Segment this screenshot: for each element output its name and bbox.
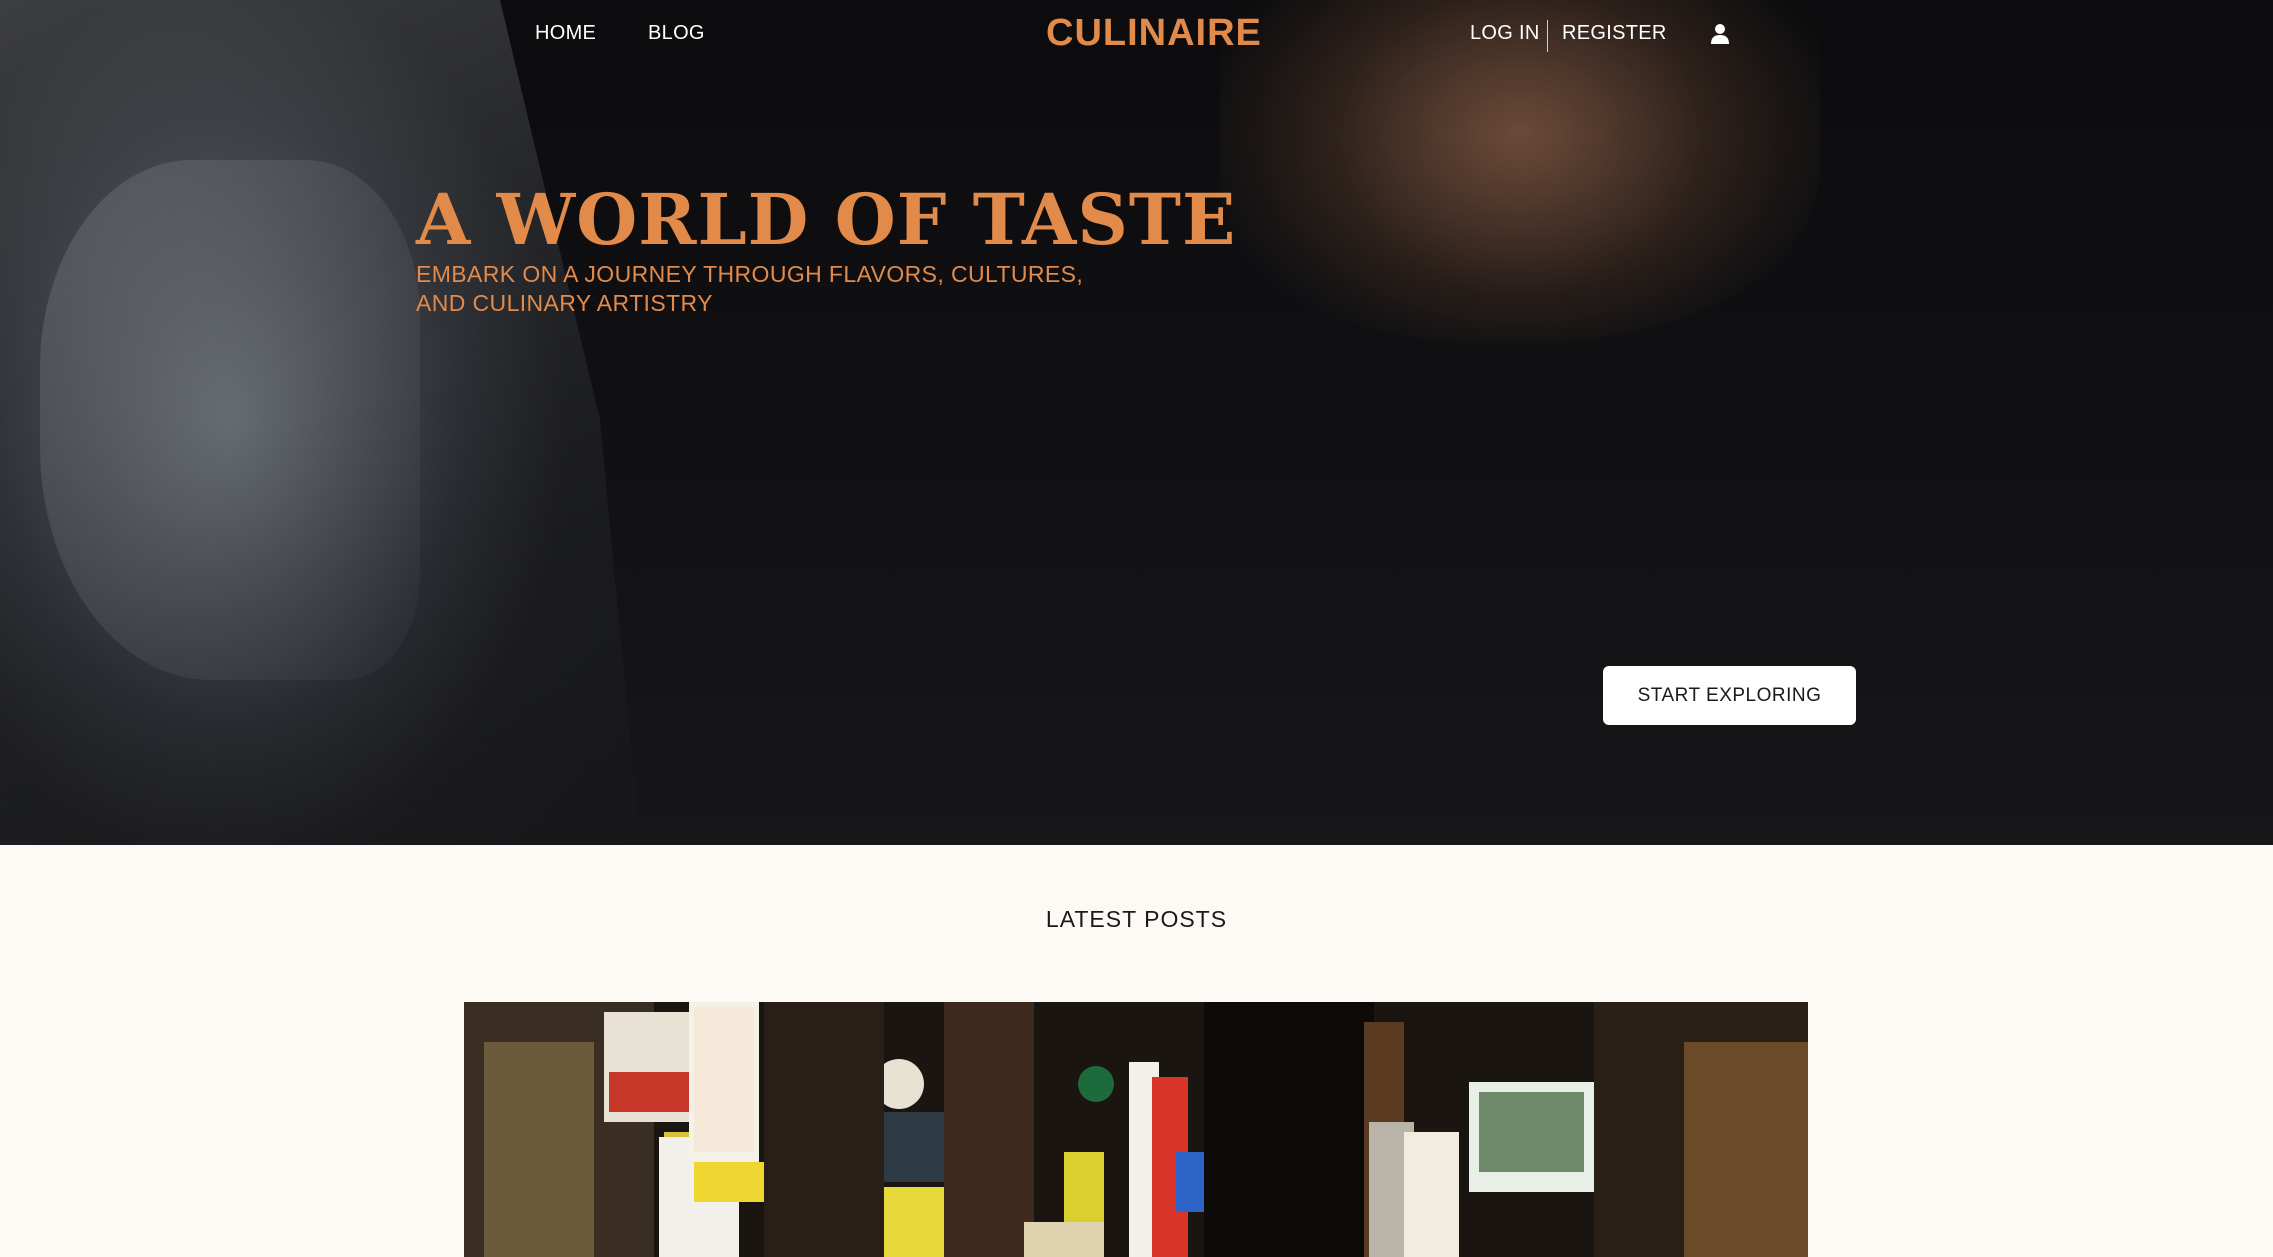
post-image xyxy=(464,1002,1808,1257)
start-exploring-button[interactable]: START EXPLORING xyxy=(1603,666,1856,725)
latest-posts-heading: LATEST POSTS xyxy=(1045,906,1228,932)
hero-title: A WORLD OF TASTE xyxy=(416,178,1237,261)
login-link[interactable]: LOG IN xyxy=(1470,22,1540,45)
nav-divider xyxy=(1547,20,1548,52)
register-link[interactable]: REGISTER xyxy=(1562,22,1667,45)
post-card[interactable] xyxy=(464,1002,1808,1257)
hero-subtitle: EMBARK ON A JOURNEY THROUGH FLAVORS, CUL… xyxy=(416,261,1084,316)
hero-background-apron xyxy=(40,160,420,680)
nav-link-blog[interactable]: BLOG xyxy=(648,22,705,45)
user-icon[interactable] xyxy=(1710,23,1730,45)
nav-link-home[interactable]: HOME xyxy=(535,22,596,45)
top-navigation: HOME BLOG CULINAIRE LOG IN REGISTER xyxy=(0,0,2273,72)
brand-logo[interactable]: CULINAIRE xyxy=(1046,12,1262,55)
hero-section: HOME BLOG CULINAIRE LOG IN REGISTER A WO… xyxy=(0,0,2273,845)
